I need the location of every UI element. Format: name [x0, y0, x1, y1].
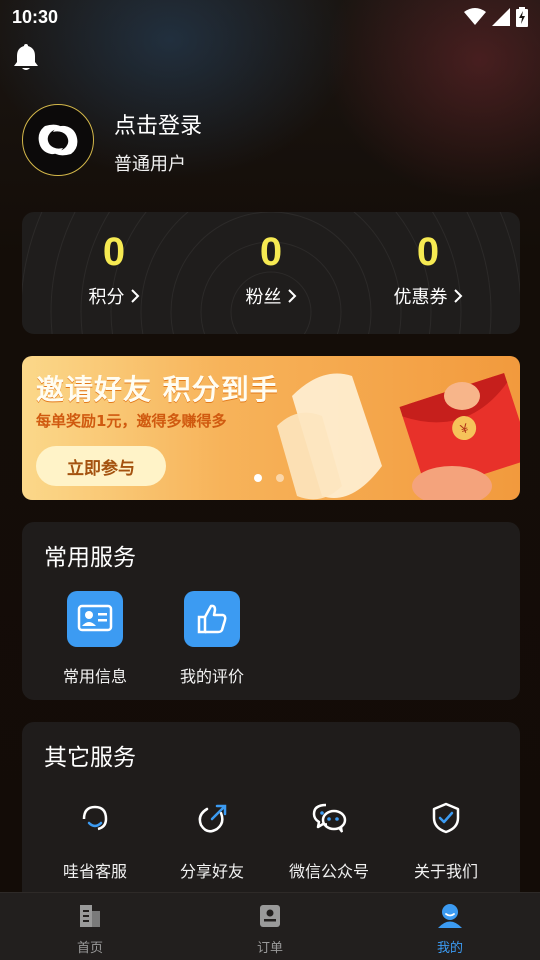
service-my-reviews-label: 我的评价: [179, 667, 244, 686]
stat-points-label: 积分: [88, 287, 125, 308]
service-share-friends[interactable]: 分享好友: [157, 798, 267, 882]
stats-card: 0 积分 0 粉丝 0 优惠券: [22, 212, 520, 334]
thumbs-up-icon: [184, 591, 240, 647]
home-doc-icon: [80, 905, 100, 927]
other-services-card: 其它服务 哇省客服 分享好友 微信公众号 关于我们: [22, 722, 520, 912]
chevron-right-icon: [287, 289, 296, 303]
common-services-title: 常用服务: [44, 545, 136, 571]
banner-title: 邀请好友 积分到手: [36, 373, 279, 406]
tab-home[interactable]: 首页: [30, 903, 150, 956]
stat-fans-label-row: 粉丝: [201, 283, 341, 309]
tab-profile-label: 我的: [436, 941, 463, 956]
other-services-title: 其它服务: [44, 745, 136, 771]
wechat-icon: [309, 798, 349, 838]
stat-coupons-label: 优惠券: [393, 287, 448, 308]
profile-icon: [438, 904, 462, 928]
tab-orders-label: 订单: [256, 941, 283, 956]
tab-orders[interactable]: 订单: [210, 903, 330, 956]
id-card-icon: [67, 591, 123, 647]
service-about-us-label: 关于我们: [413, 862, 478, 881]
stat-fans-label: 粉丝: [245, 287, 282, 308]
notification-bell-icon[interactable]: [12, 42, 40, 72]
app-logo-icon: [38, 124, 78, 156]
user-level-label: 普通用户: [114, 154, 186, 175]
status-icons: [464, 7, 528, 27]
wifi-icon: [464, 8, 486, 25]
promo-banner[interactable]: ¥ 邀请好友 积分到手 每单奖励1元，邀得多赚得多 立即参与: [22, 356, 520, 500]
status-time: 10:30: [12, 6, 59, 27]
signal-icon: [492, 8, 510, 26]
profile-header[interactable]: 点击登录 普通用户: [22, 104, 502, 178]
battery-icon: [516, 7, 528, 27]
bottom-tab-bar: 首页 订单 我的: [0, 892, 540, 960]
avatar[interactable]: [22, 104, 94, 176]
service-customer-support-label: 哇省客服: [62, 862, 127, 881]
service-common-info[interactable]: 常用信息: [40, 591, 150, 687]
banner-subtitle: 每单奖励1元，邀得多赚得多: [36, 412, 227, 430]
stat-points[interactable]: 0 积分: [44, 230, 184, 309]
headset-icon: [75, 798, 115, 838]
stat-coupons-value: 0: [416, 230, 440, 274]
service-wechat-official-label: 微信公众号: [288, 862, 369, 881]
stat-fans-value: 0: [259, 230, 283, 274]
login-link[interactable]: 点击登录: [114, 108, 202, 140]
order-icon: [260, 905, 280, 927]
status-bar: 10:30: [0, 0, 540, 34]
stat-points-value: 0: [102, 230, 126, 274]
share-icon: [192, 798, 232, 838]
service-customer-support[interactable]: 哇省客服: [40, 798, 150, 882]
tab-home-label: 首页: [76, 941, 103, 956]
carousel-dot-1[interactable]: [254, 474, 262, 482]
service-share-friends-label: 分享好友: [179, 862, 244, 881]
stat-points-label-row: 积分: [44, 283, 184, 309]
stat-coupons[interactable]: 0 优惠券: [358, 230, 498, 309]
common-services-card: 常用服务 常用信息 我的评价: [22, 522, 520, 700]
stat-coupons-label-row: 优惠券: [358, 283, 498, 309]
chevron-right-icon: [453, 289, 462, 303]
tab-profile[interactable]: 我的: [390, 903, 510, 956]
stat-fans[interactable]: 0 粉丝: [201, 230, 341, 309]
service-common-info-label: 常用信息: [62, 667, 127, 686]
shield-check-icon: [426, 798, 466, 838]
chevron-right-icon: [130, 289, 139, 303]
service-my-reviews[interactable]: 我的评价: [157, 591, 267, 687]
carousel-indicator: [254, 474, 284, 482]
service-about-us[interactable]: 关于我们: [391, 798, 501, 882]
service-wechat-official[interactable]: 微信公众号: [274, 798, 384, 882]
join-now-button[interactable]: 立即参与: [36, 446, 166, 486]
carousel-dot-2[interactable]: [276, 474, 284, 482]
